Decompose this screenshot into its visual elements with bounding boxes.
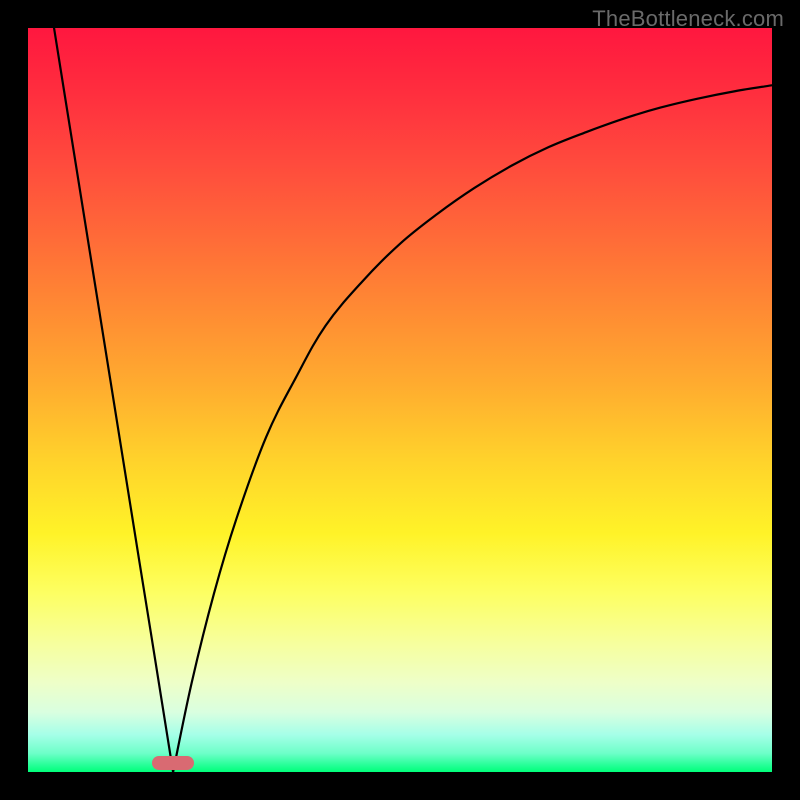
plot-area xyxy=(28,28,772,772)
plot-frame xyxy=(28,28,772,772)
bottleneck-curve xyxy=(28,28,772,772)
watermark-text: TheBottleneck.com xyxy=(592,6,784,32)
optimal-marker xyxy=(152,756,194,770)
